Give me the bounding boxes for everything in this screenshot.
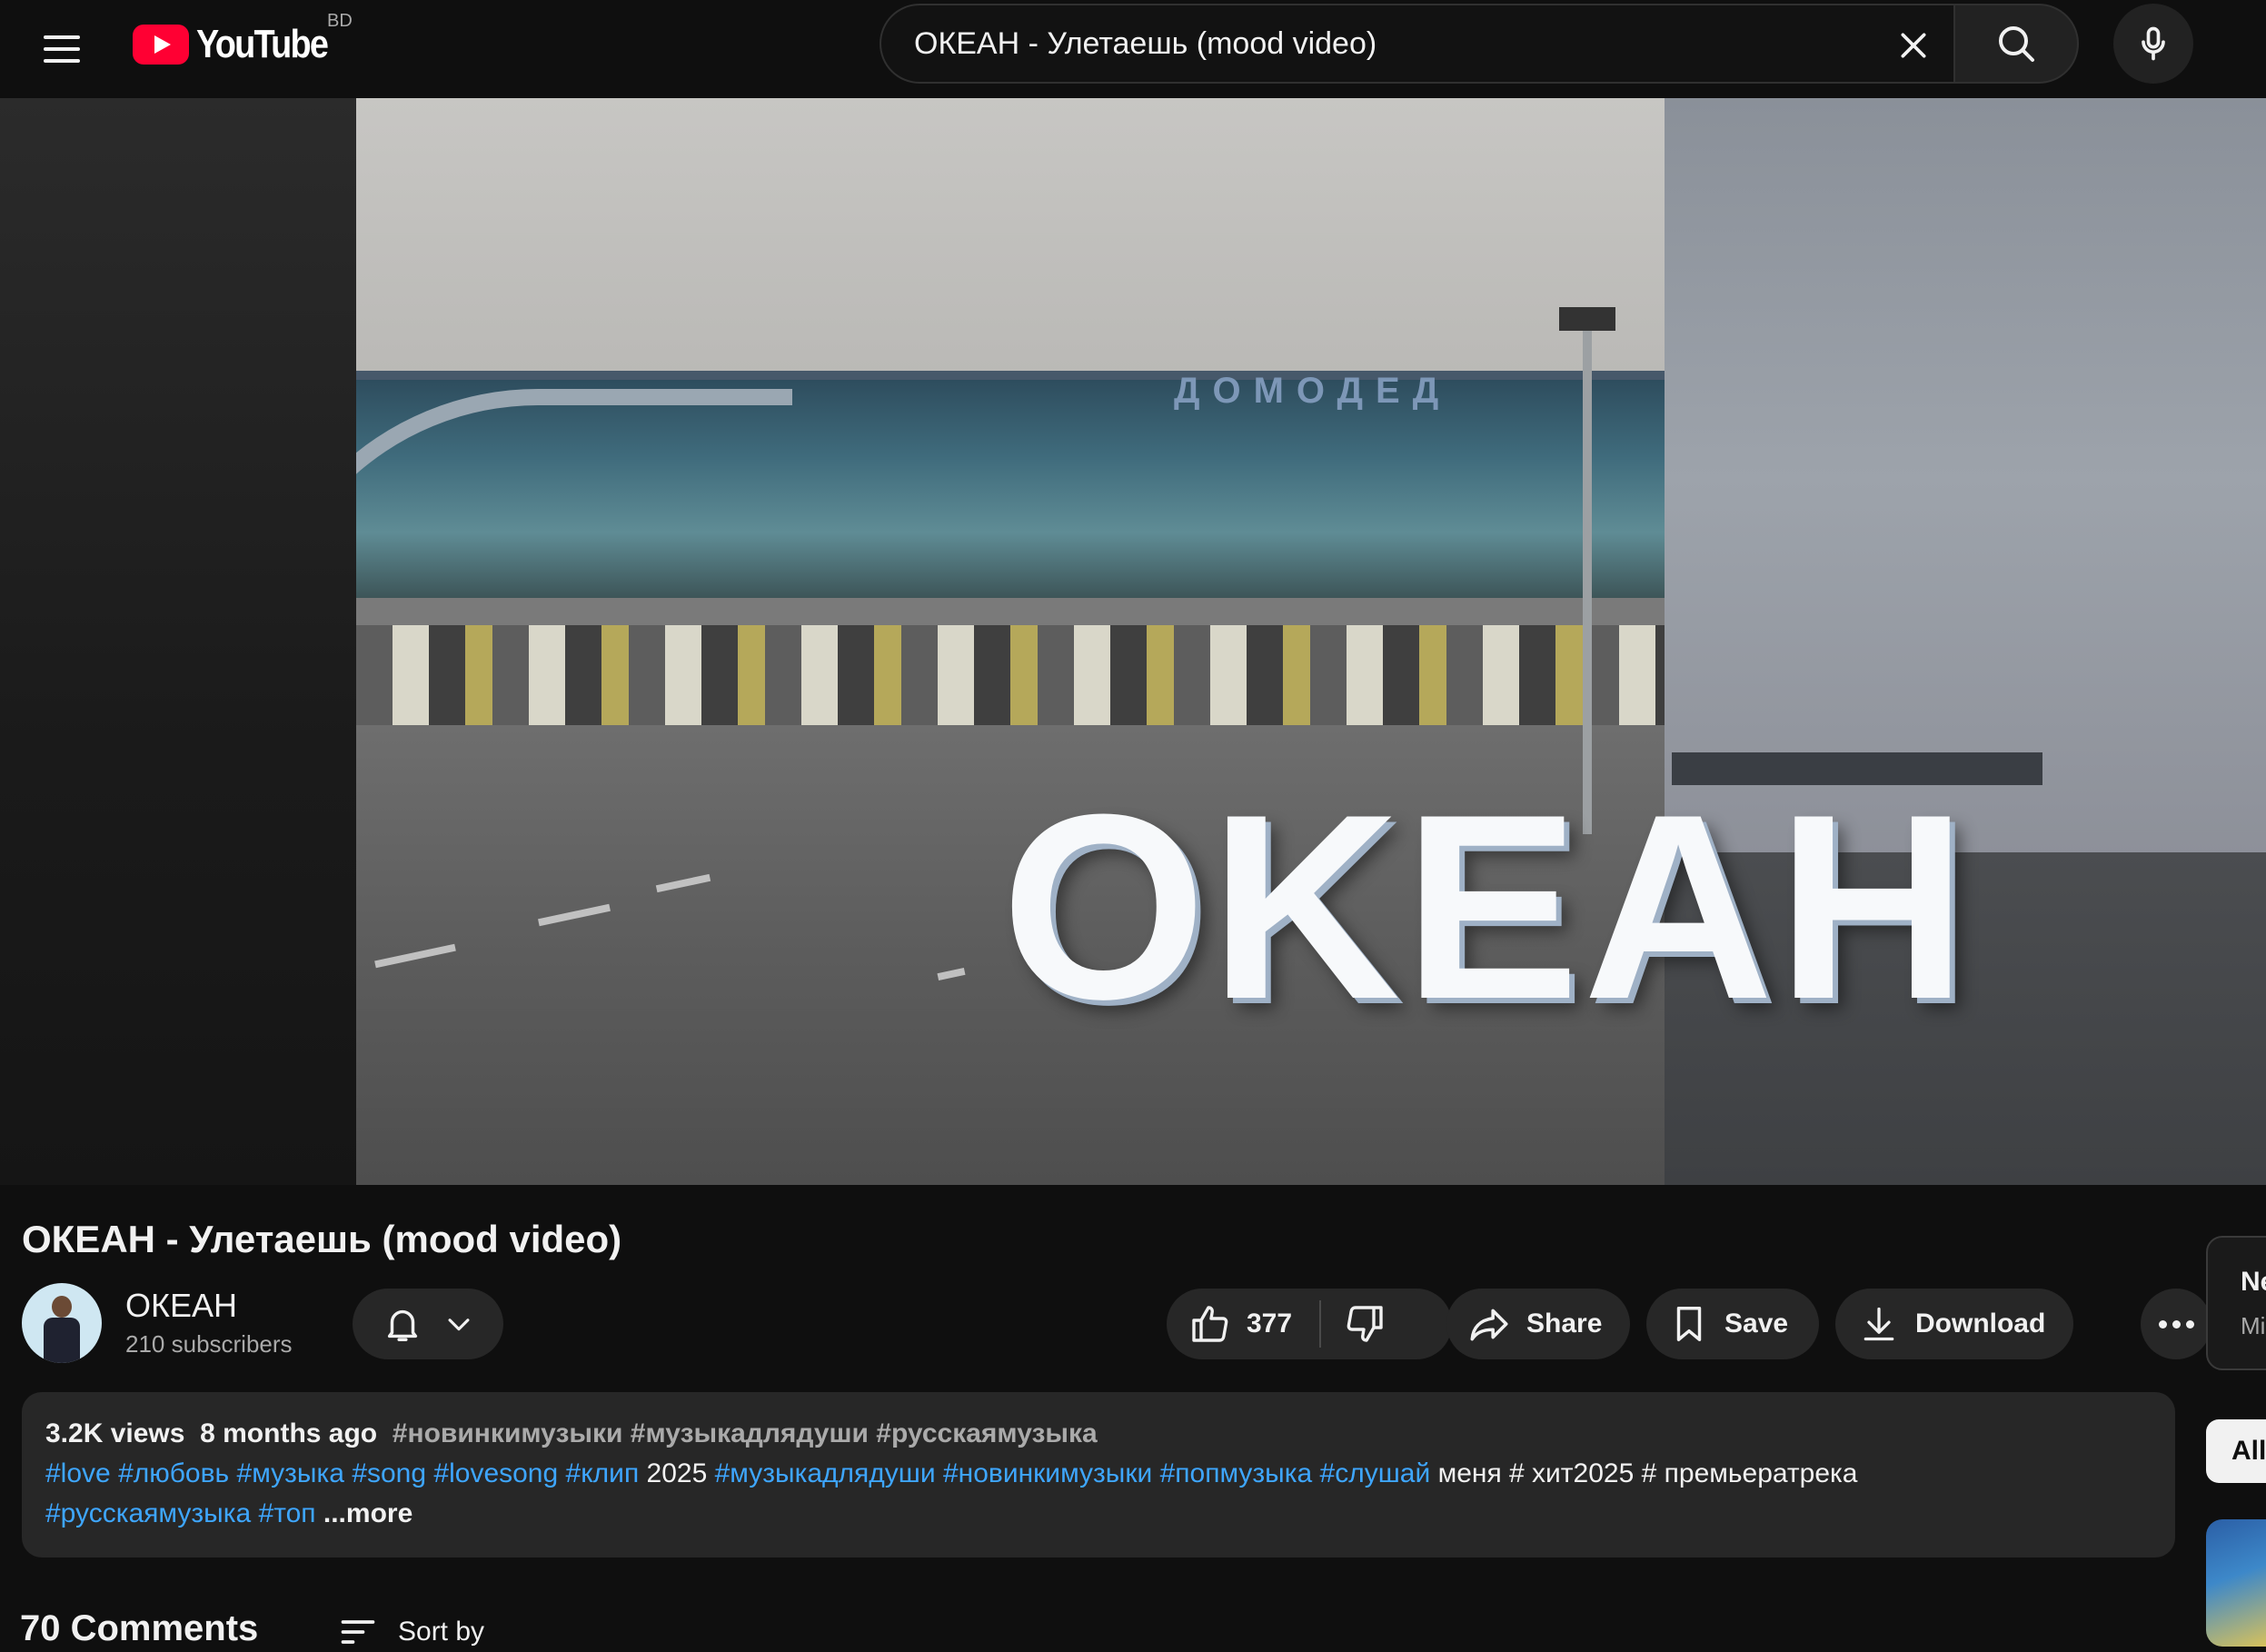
masthead: YouTube BD <box>0 0 2266 98</box>
sidebar-card-subtitle: Mi <box>2241 1312 2266 1339</box>
share-button[interactable]: Share <box>1446 1289 1630 1359</box>
sort-icon <box>341 1620 375 1644</box>
thumbs-down-icon <box>1347 1306 1383 1342</box>
description-box[interactable]: 3.2K views 8 months ago #новинкимузыки #… <box>22 1392 2175 1557</box>
search-button[interactable] <box>1953 4 2079 84</box>
description-text <box>558 1458 565 1488</box>
subscriber-count: 210 subscribers <box>125 1330 293 1358</box>
description-meta-line: 3.2K views 8 months ago #новинкимузыки #… <box>45 1414 2152 1454</box>
description-text <box>1152 1458 1159 1488</box>
menu-icon-bar <box>44 59 80 63</box>
bookmark-icon <box>1676 1307 1702 1341</box>
player-side-fill <box>0 98 356 1185</box>
voice-search-button[interactable] <box>2113 4 2193 84</box>
download-button[interactable]: Download <box>1835 1289 2073 1359</box>
show-more-button[interactable]: ...more <box>323 1498 412 1528</box>
hashtag-link[interactable]: #клип <box>566 1458 640 1488</box>
youtube-logo[interactable]: YouTube <box>133 22 349 67</box>
hashtag-link[interactable]: #song <box>352 1458 426 1488</box>
sidebar-card-title: Ne <box>2241 1267 2266 1297</box>
video-frame[interactable]: ДОМОДЕД OKEAH <box>356 98 2266 1185</box>
channel-name[interactable]: ОКЕАН <box>125 1287 237 1325</box>
clear-search-button[interactable] <box>1890 22 1937 69</box>
more-dot <box>2172 1319 2181 1329</box>
sort-by-label: Sort by <box>398 1617 485 1647</box>
hashtag-link[interactable]: #музыка <box>237 1458 344 1488</box>
guide-menu-button[interactable] <box>36 24 87 75</box>
share-icon <box>1470 1309 1508 1341</box>
microphone-icon <box>2142 26 2165 61</box>
description-text <box>111 1458 118 1488</box>
comments-count: 70 Comments <box>20 1608 259 1648</box>
video-player[interactable]: ДОМОДЕД OKEAH <box>0 98 2266 1185</box>
view-count: 3.2K views <box>45 1418 185 1448</box>
share-label: Share <box>1526 1309 1603 1339</box>
airport-sign-text: ДОМОДЕД <box>1174 371 1452 411</box>
more-dots-icon <box>2158 1319 2167 1329</box>
top-hashtags[interactable]: #новинкимузыки #музыкадлядуши #русскаяму… <box>393 1418 1098 1448</box>
like-button[interactable]: 377 <box>1167 1300 1322 1348</box>
owner-row: ОКЕАН 210 subscribers 377 Share Save Dow… <box>22 1283 2211 1365</box>
hashtag-link[interactable]: #слушай <box>1320 1458 1431 1488</box>
search-input[interactable] <box>914 25 1804 62</box>
hashtag-link[interactable]: #попмузыка <box>1160 1458 1313 1488</box>
more-dot <box>2185 1319 2194 1329</box>
description-text <box>936 1458 943 1488</box>
hashtag-link[interactable]: #музыкадлядуши <box>715 1458 936 1488</box>
chevron-down-icon <box>448 1319 470 1331</box>
menu-icon <box>44 35 80 39</box>
save-label: Save <box>1724 1309 1789 1339</box>
youtube-play-icon <box>133 25 189 65</box>
hashtag-link[interactable]: #русскаямузыка <box>45 1498 251 1528</box>
video-title: ОКЕАН - Улетаешь (mood video) <box>22 1218 622 1260</box>
description-text: меня # хит2025 # премьератрека <box>1430 1458 1858 1488</box>
hashtag-link[interactable]: #любовь <box>118 1458 229 1488</box>
avatar-head <box>52 1296 72 1318</box>
upload-age: 8 months ago <box>200 1418 378 1448</box>
menu-icon-bar <box>44 47 80 51</box>
hashtag-link[interactable]: #новинкимузыки <box>943 1458 1152 1488</box>
dislike-button[interactable] <box>1321 1302 1408 1346</box>
download-icon <box>1863 1307 1894 1341</box>
download-label: Download <box>1915 1309 2046 1339</box>
close-icon <box>1901 33 1926 58</box>
more-actions-button[interactable] <box>2141 1289 2211 1359</box>
like-count: 377 <box>1247 1309 1293 1339</box>
channel-avatar[interactable] <box>22 1283 102 1363</box>
filter-chip-all[interactable]: All <box>2206 1419 2266 1483</box>
frame-lamp-post <box>1583 307 1592 834</box>
avatar-body <box>44 1318 80 1363</box>
search-icon <box>1999 26 2034 62</box>
logo-text: YouTube <box>196 22 329 66</box>
frame-lamp-head <box>1559 307 1615 331</box>
search-box <box>880 4 1953 84</box>
hashtag-link[interactable]: #lovesong <box>433 1458 558 1488</box>
sidebar-video-thumbnail[interactable] <box>2206 1519 2266 1647</box>
notification-preferences-button[interactable] <box>353 1289 503 1359</box>
description-text <box>1312 1458 1319 1488</box>
search-bar <box>880 4 2079 84</box>
bell-icon <box>387 1309 418 1341</box>
description-text: 2025 <box>639 1458 715 1488</box>
sidebar-promo-card[interactable]: Ne Mi <box>2206 1236 2266 1370</box>
description-hashtag-line: #love #любовь #музыка #song #lovesong #к… <box>45 1454 2152 1494</box>
hashtag-link[interactable]: #топ <box>259 1498 316 1528</box>
description-text <box>229 1458 236 1488</box>
description-last-line: #русскаямузыка #топ ...more <box>45 1494 2152 1534</box>
thumbs-up-icon <box>1192 1306 1228 1342</box>
video-overlay-title: OKEAH <box>1001 760 1972 1054</box>
save-button[interactable]: Save <box>1646 1289 1819 1359</box>
hashtag-link[interactable]: #love <box>45 1458 111 1488</box>
like-dislike-group: 377 <box>1167 1289 1452 1359</box>
country-code: BD <box>327 11 353 31</box>
frame-cars <box>356 625 1665 725</box>
sort-by-button[interactable]: Sort by <box>338 1612 484 1652</box>
